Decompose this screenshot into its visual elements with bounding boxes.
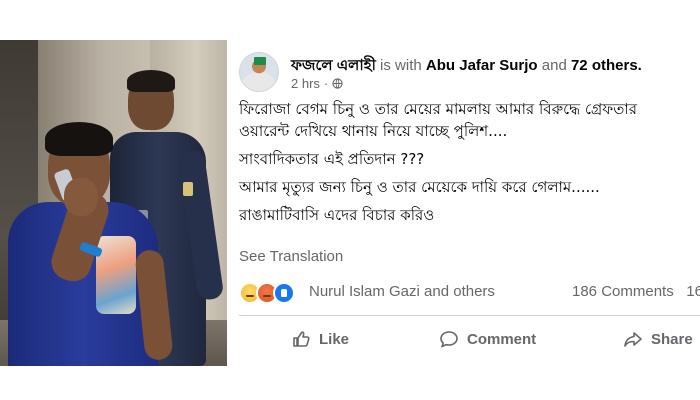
post-line: রাঙামাটিবাসি এদের বিচার করিও <box>239 206 435 224</box>
facebook-post: ফজলে এলাহী is with Abu Jafar Surjo and 7… <box>227 40 700 366</box>
post-header: ফজলে এলাহী is with Abu Jafar Surjo and 7… <box>239 52 700 96</box>
post-line: ওয়ারেন্ট দেখিয়ে থানায় নিয়ে যাচ্ছে পু… <box>239 122 508 140</box>
tshirt-print <box>96 236 136 314</box>
comments-count[interactable]: 186 Comments <box>572 283 674 300</box>
author-avatar[interactable] <box>239 52 279 92</box>
post-line: আমার মৃত্যুর জন্য চিনু ও তার মেয়েকে দায… <box>239 178 600 196</box>
share-arrow-icon <box>624 332 642 347</box>
avatar-flag-icon <box>254 57 266 65</box>
with-text: is with <box>380 57 422 74</box>
comment-label: Comment <box>467 330 537 348</box>
tagged-person[interactable]: Abu Jafar Surjo <box>426 57 538 74</box>
comment-icon <box>440 331 458 348</box>
globe-icon[interactable] <box>332 78 343 89</box>
like-reaction-icon <box>273 282 295 304</box>
meta-separator: · <box>323 76 329 91</box>
engagement-stats: 186 Comments 16 S <box>572 283 700 300</box>
and-text: and <box>541 57 567 74</box>
post-meta: 2 hrs · <box>291 76 343 91</box>
post-line: সাংবাদিকতার এই প্রতিদান ??? <box>239 150 425 168</box>
man-hand <box>64 178 98 216</box>
author-line: ফজলে এলাহী is with Abu Jafar Surjo and 7… <box>291 54 642 79</box>
post-line: ফিরোজা বেগম চিনু ও তার মেয়ের মামলায় আম… <box>239 100 638 118</box>
share-label: Share <box>651 330 693 348</box>
author-name[interactable]: ফজলে এলাহী <box>291 57 376 74</box>
reaction-names[interactable]: Nurul Islam Gazi and others <box>309 283 495 300</box>
shares-count[interactable]: 16 S <box>686 283 700 300</box>
post-actions: Like Comment Share <box>227 322 700 356</box>
like-button[interactable]: Like <box>291 322 349 356</box>
police-officer-hair <box>127 70 175 92</box>
thumbs-up-icon <box>293 331 310 347</box>
reaction-icons[interactable] <box>239 282 295 304</box>
share-button[interactable]: Share <box>623 322 693 356</box>
post-time[interactable]: 2 hrs <box>291 76 320 91</box>
like-label: Like <box>319 330 350 348</box>
news-photo <box>0 40 227 366</box>
see-translation-link[interactable]: See Translation <box>239 248 343 265</box>
tagged-others[interactable]: 72 others. <box>571 57 642 74</box>
comment-button[interactable]: Comment <box>439 322 536 356</box>
man-hair <box>45 122 113 156</box>
post-body: ফিরোজা বেগম চিনু ও তার মেয়ের মামলায় আম… <box>239 98 700 226</box>
action-divider <box>239 315 700 316</box>
reactions-row: Nurul Islam Gazi and others 186 Comments… <box>239 280 700 304</box>
police-shoulder-patch <box>183 182 193 196</box>
